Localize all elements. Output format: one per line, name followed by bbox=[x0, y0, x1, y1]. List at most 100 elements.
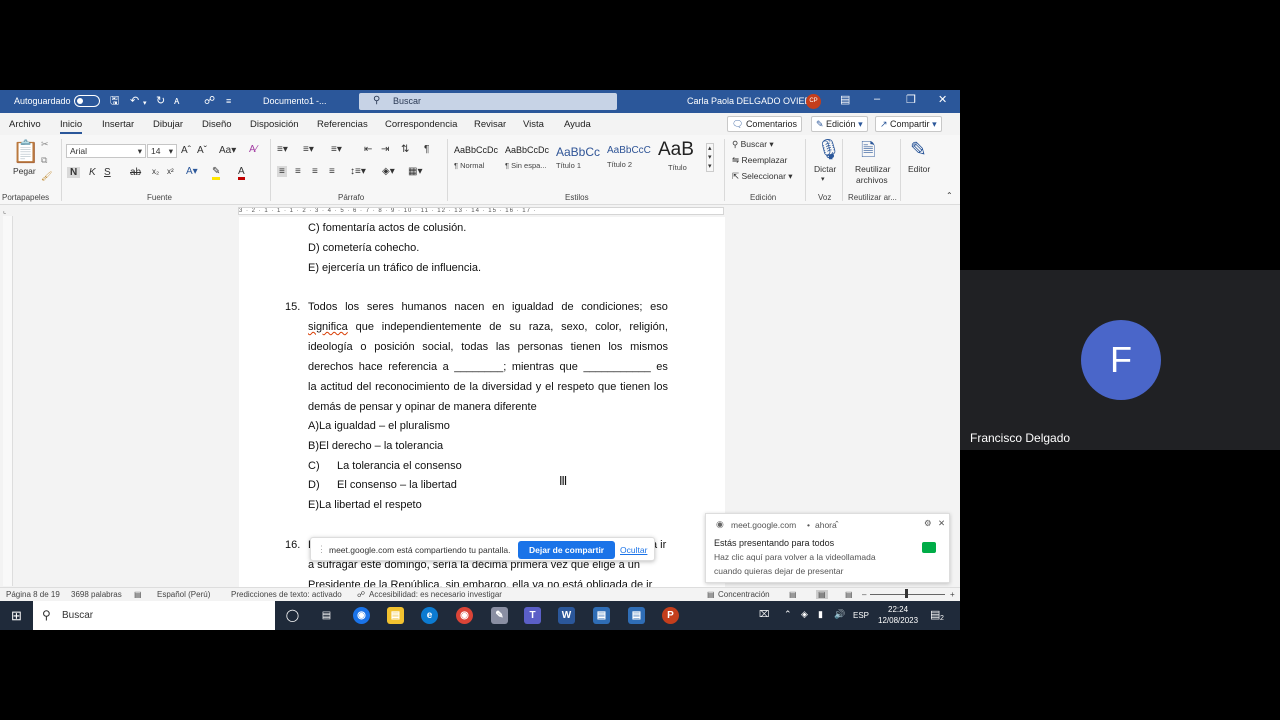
style-normal[interactable]: AaBbCcDc ¶ Normal bbox=[454, 145, 504, 181]
meet-notification[interactable]: ◉ meet.google.com • ahora ⌃ ⚙ ✕ Estás pr… bbox=[705, 513, 950, 583]
superscript-icon[interactable]: x² bbox=[167, 167, 174, 176]
tab-inicio[interactable]: Inicio bbox=[60, 119, 83, 134]
clock-date[interactable]: 12/08/2023 bbox=[878, 616, 918, 625]
text-effects-icon[interactable]: A▾ bbox=[186, 166, 198, 177]
hide-link[interactable]: Ocultar bbox=[620, 545, 647, 555]
justify-icon[interactable]: ≡ bbox=[329, 166, 335, 177]
close-notification-icon[interactable]: ✕ bbox=[938, 518, 945, 529]
minimize-icon[interactable]: – bbox=[874, 93, 880, 105]
bold-icon[interactable]: N bbox=[67, 167, 81, 178]
undo-dropdown-icon[interactable]: ▾ bbox=[143, 98, 147, 110]
tab-ayuda[interactable]: Ayuda bbox=[564, 119, 591, 130]
select-button[interactable]: ⇱ Seleccionar ▾ bbox=[732, 171, 793, 182]
multilevel-list-icon[interactable]: ≡▾ bbox=[331, 144, 342, 155]
tab-dibujar[interactable]: Dibujar bbox=[153, 119, 183, 130]
customize-toolbar-icon[interactable]: ≡ bbox=[226, 95, 231, 107]
format-painter-icon[interactable]: ᴀ bbox=[174, 95, 179, 107]
print-layout-icon[interactable]: ▤ bbox=[816, 590, 828, 599]
redo-icon[interactable]: ↻ bbox=[156, 95, 165, 107]
clear-formatting-icon[interactable]: A∕ bbox=[249, 144, 257, 155]
page-count[interactable]: Página 8 de 19 bbox=[6, 590, 60, 599]
highlight-icon[interactable]: ✎ bbox=[212, 166, 221, 180]
tab-revisar[interactable]: Revisar bbox=[474, 119, 506, 130]
tab-referencias[interactable]: Referencias bbox=[317, 119, 368, 130]
chevron-up-icon[interactable]: ⌃ bbox=[834, 520, 840, 528]
underline-icon[interactable]: S bbox=[104, 167, 111, 178]
tab-archivo[interactable]: Archivo bbox=[9, 119, 41, 130]
editing-mode-button[interactable]: ✎ Edición ▾ bbox=[811, 116, 868, 132]
app-icon[interactable]: ✎ bbox=[491, 607, 508, 624]
read-mode-icon[interactable]: ▤ bbox=[789, 590, 797, 599]
task-view-icon[interactable]: ▤ bbox=[318, 607, 335, 624]
decrease-indent-icon[interactable]: ⇤ bbox=[364, 144, 372, 155]
align-right-icon[interactable]: ≡ bbox=[312, 166, 318, 177]
replace-button[interactable]: ⇋ Reemplazar bbox=[732, 155, 787, 166]
reuse-label-2[interactable]: archivos bbox=[856, 175, 888, 185]
language-status[interactable]: Español (Perú) bbox=[157, 590, 210, 599]
document-page[interactable]: C) fomentaría actos de colusión. D) come… bbox=[239, 217, 725, 591]
pilcrow-icon[interactable]: ¶ bbox=[424, 144, 429, 155]
collapse-ribbon-icon[interactable]: ⌃ bbox=[946, 191, 953, 200]
paste-label[interactable]: Pegar bbox=[13, 166, 36, 176]
edge-icon[interactable]: e bbox=[421, 607, 438, 624]
style-heading-2[interactable]: AaBbCcC Título 2 bbox=[607, 145, 657, 181]
zoom-slider-thumb[interactable] bbox=[905, 589, 908, 598]
strikethrough-icon[interactable]: ab bbox=[130, 167, 141, 178]
zoom-out-icon[interactable]: – bbox=[862, 590, 866, 599]
styles-scroll-icon[interactable]: ▴ ▾ ▾ bbox=[706, 143, 714, 172]
find-button[interactable]: ⚲ Buscar ▾ bbox=[732, 139, 774, 150]
align-center-icon[interactable]: ≡ bbox=[295, 166, 301, 177]
undo-icon[interactable]: ↶ bbox=[130, 95, 139, 107]
style-heading-1[interactable]: AaBbCc Título 1 bbox=[556, 145, 606, 181]
editor-label[interactable]: Editor bbox=[908, 164, 930, 174]
tab-selector-icon[interactable]: ⌞ bbox=[3, 207, 6, 215]
close-icon[interactable]: ✕ bbox=[938, 93, 947, 106]
drag-handle-icon[interactable]: ⋮ bbox=[317, 544, 326, 555]
sort-icon[interactable]: ⇅ bbox=[401, 144, 409, 155]
tab-vista[interactable]: Vista bbox=[523, 119, 544, 130]
teams-icon[interactable]: T bbox=[524, 607, 541, 624]
dictate-label[interactable]: Dictar bbox=[814, 164, 836, 174]
notification-center-icon[interactable]: ▤ bbox=[930, 608, 940, 621]
reuse-label-1[interactable]: Reutilizar bbox=[855, 164, 890, 174]
shading-icon[interactable]: ◈▾ bbox=[382, 166, 395, 177]
increase-indent-icon[interactable]: ⇥ bbox=[381, 144, 389, 155]
borders-icon[interactable]: ▦▾ bbox=[408, 166, 422, 177]
network-icon[interactable]: ◈ bbox=[801, 609, 808, 620]
app-window-icon[interactable]: ▤ bbox=[593, 607, 610, 624]
word-count[interactable]: 3698 palabras bbox=[71, 590, 122, 599]
volume-icon[interactable]: 🔊 bbox=[834, 609, 845, 620]
proofing-icon[interactable]: ▤ bbox=[134, 590, 142, 599]
web-layout-icon[interactable]: ▤ bbox=[845, 590, 853, 599]
user-avatar[interactable]: CP bbox=[806, 94, 821, 109]
taskbar-search[interactable]: ⚲ Buscar bbox=[33, 601, 275, 630]
style-no-spacing[interactable]: AaBbCcDc ¶ Sin espa... bbox=[505, 145, 555, 181]
font-color-icon[interactable]: A bbox=[238, 166, 245, 180]
zoom-in-icon[interactable]: + bbox=[950, 590, 955, 599]
text-predictions-status[interactable]: Predicciones de texto: activado bbox=[231, 590, 342, 599]
word-icon[interactable]: W bbox=[558, 607, 575, 624]
tray-chevron-icon[interactable]: ⌃ bbox=[784, 609, 792, 620]
font-size-select[interactable]: 14 ▾ bbox=[147, 144, 177, 158]
windows-start-icon[interactable]: ⊞ bbox=[11, 608, 22, 624]
comments-button[interactable]: 🗨 Comentarios bbox=[727, 116, 802, 132]
italic-icon[interactable]: K bbox=[89, 167, 96, 178]
horizontal-ruler[interactable]: 3 · 2 · 1 · 1 · 1 · 2 · 3 · 4 · 5 · 6 · … bbox=[238, 207, 724, 215]
restore-icon[interactable]: ❐ bbox=[906, 93, 916, 106]
file-explorer-icon[interactable]: ▤ bbox=[387, 607, 404, 624]
numbering-icon[interactable]: ≡▾ bbox=[303, 144, 314, 155]
tab-insertar[interactable]: Insertar bbox=[102, 119, 134, 130]
grow-font-icon[interactable]: Aˆ bbox=[181, 145, 191, 156]
people-icon[interactable]: ⌧ bbox=[759, 609, 769, 620]
shrink-font-icon[interactable]: Aˇ bbox=[197, 145, 207, 156]
bullets-icon[interactable]: ≡▾ bbox=[277, 144, 288, 155]
stop-sharing-button[interactable]: Dejar de compartir bbox=[518, 541, 616, 559]
mic-icon[interactable]: ▮ bbox=[818, 609, 823, 620]
focus-mode[interactable]: Concentración bbox=[718, 590, 770, 599]
font-name-select[interactable]: Arial ▾ bbox=[66, 144, 146, 158]
app-window-2-icon[interactable]: ▤ bbox=[628, 607, 645, 624]
save-icon[interactable]: 🖫 bbox=[110, 95, 119, 107]
align-left-icon[interactable]: ≡ bbox=[277, 166, 287, 177]
subscript-icon[interactable]: x₂ bbox=[152, 167, 159, 176]
autosave-toggle[interactable] bbox=[74, 95, 100, 107]
